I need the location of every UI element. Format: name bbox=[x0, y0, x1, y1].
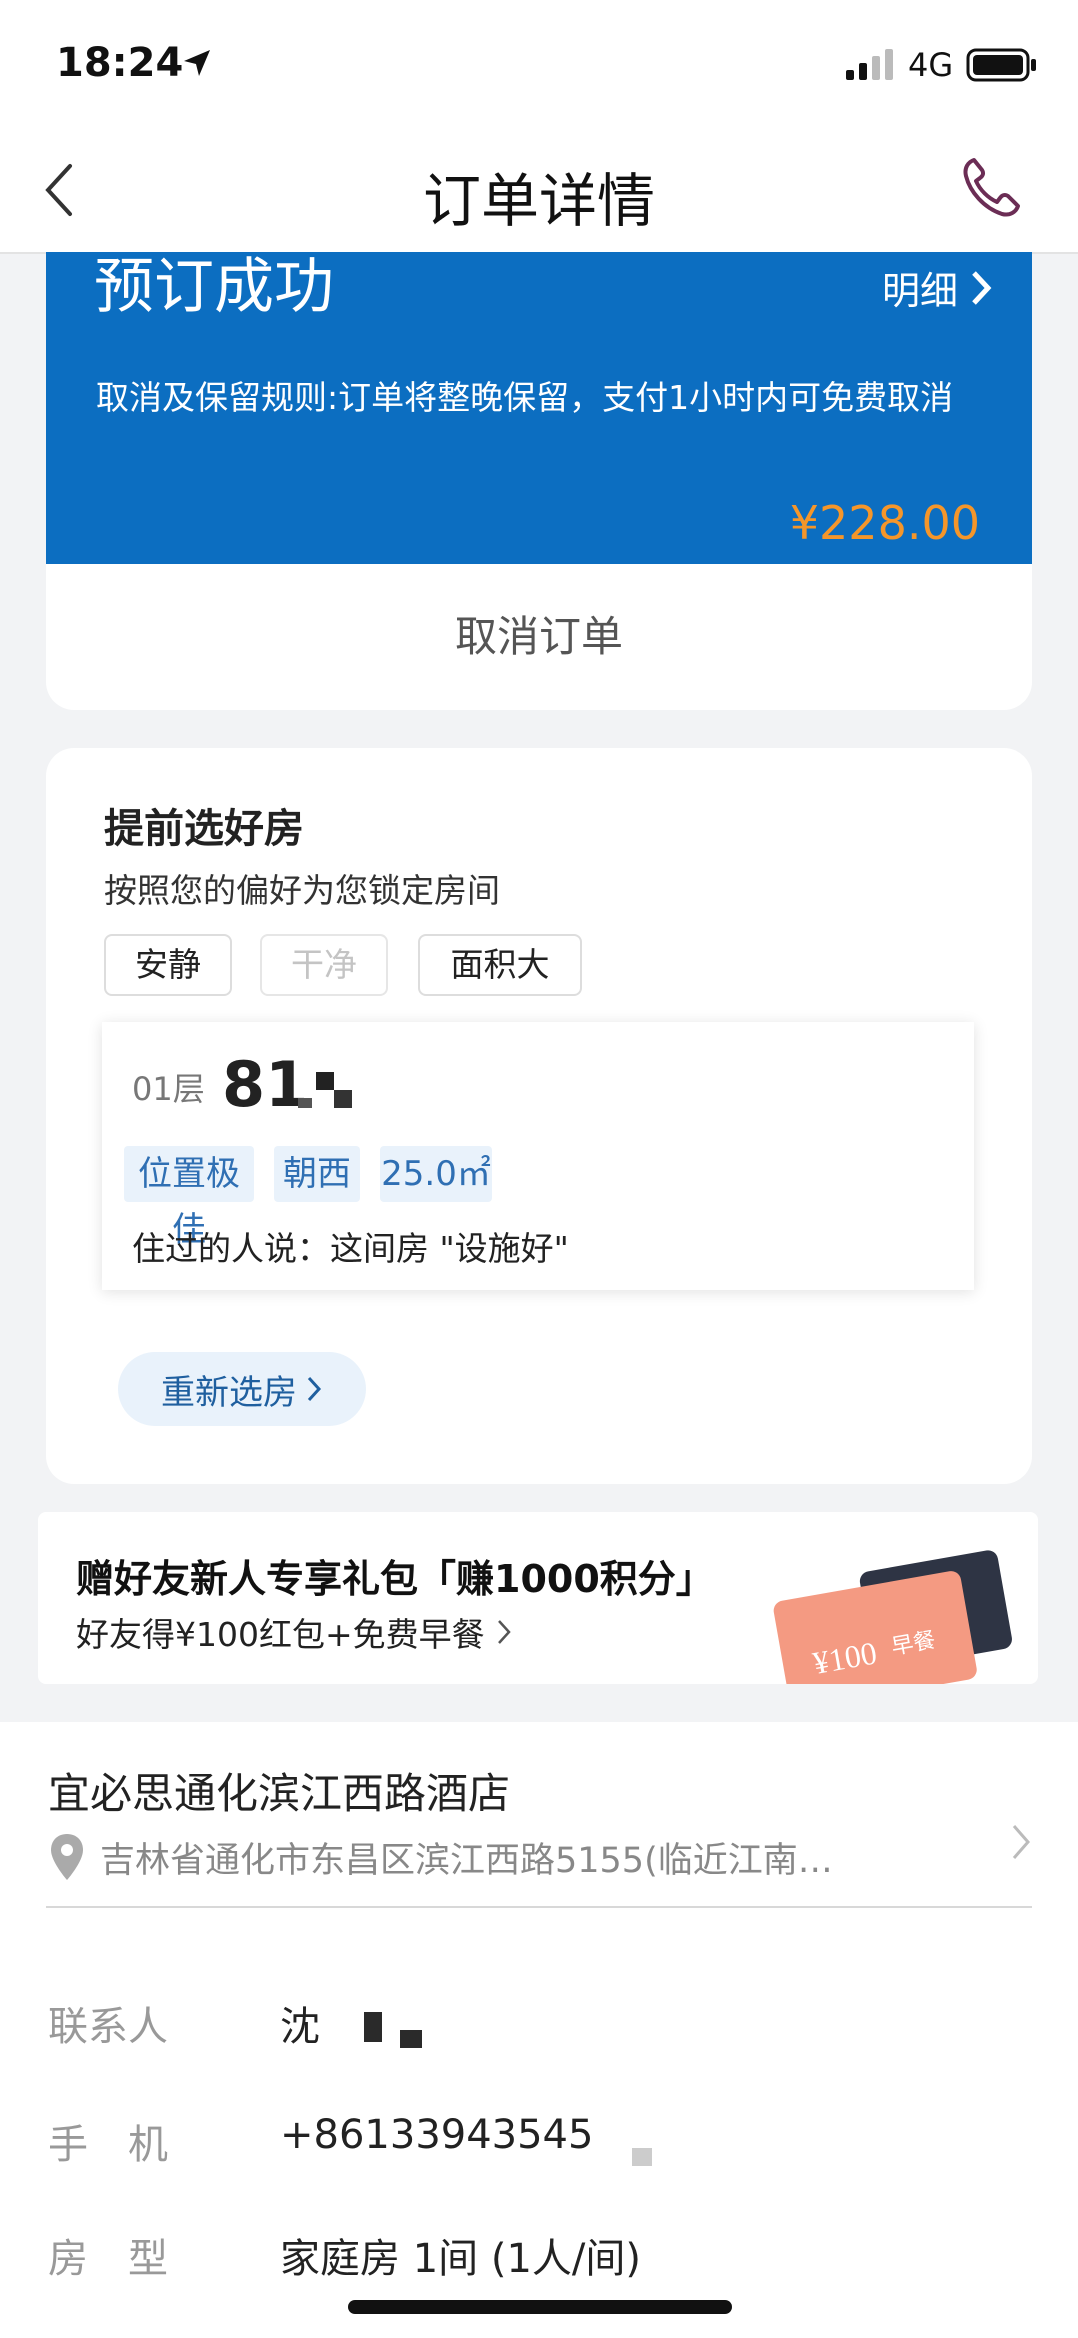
chevron-right-icon bbox=[307, 1376, 322, 1402]
battery-icon bbox=[966, 48, 1036, 82]
order-status-text: 预订成功 bbox=[94, 252, 334, 322]
redaction-mosaic bbox=[364, 2012, 382, 2042]
promo-title: 赠好友新人专享礼包「赚1000积分」 bbox=[76, 1557, 714, 1601]
chevron-right-icon bbox=[972, 270, 992, 305]
room-type-value: 家庭房 1间 (1人/间) bbox=[280, 2236, 642, 2282]
preference-clean[interactable]: 干净 bbox=[260, 934, 388, 996]
gift-card-icon: ¥100 早餐 bbox=[773, 1550, 1012, 1684]
signal-icon bbox=[846, 49, 893, 80]
redaction-mosaic bbox=[400, 2030, 422, 2048]
detail-link[interactable]: 明细 bbox=[882, 260, 994, 315]
contact-label: 联系人 bbox=[48, 2004, 168, 2050]
location-pin-icon bbox=[51, 1834, 83, 1880]
chevron-right-icon bbox=[497, 1620, 511, 1644]
room-type-label: 房 型 bbox=[48, 2236, 168, 2282]
chevron-right-icon[interactable] bbox=[1010, 1822, 1032, 1862]
rechoose-room-button[interactable]: 重新选房 bbox=[118, 1352, 366, 1426]
status-bar: 18:24 4G bbox=[0, 0, 1078, 130]
home-indicator bbox=[348, 2300, 732, 2314]
order-status-banner: 预订成功 明细 取消及保留规则:订单将整晚保留，支付1小时内可免费取消 ¥228… bbox=[46, 252, 1032, 564]
contact-value: 沈 bbox=[280, 2004, 320, 2050]
detail-label: 明细 bbox=[881, 269, 958, 313]
room-select-card: 提前选好房 按照您的偏好为您锁定房间 安静 干净 面积大 01层 81 位置极佳… bbox=[46, 748, 1032, 1484]
room-floor: 01层 bbox=[132, 1070, 205, 1108]
network-type: 4G bbox=[908, 46, 954, 84]
divider bbox=[46, 1906, 1032, 1908]
room-review: 住过的人说：这间房 "设施好" bbox=[132, 1229, 569, 1268]
hotel-address[interactable]: 吉林省通化市东昌区滨江西路5155(临近江南… bbox=[100, 1832, 833, 1883]
status-time: 18:24 bbox=[56, 40, 184, 86]
phone-label: 手 机 bbox=[48, 2122, 168, 2168]
cancel-order-button[interactable]: 取消订单 bbox=[46, 564, 1032, 710]
room-tag-location: 位置极佳 bbox=[124, 1146, 254, 1250]
room-select-subtitle: 按照您的偏好为您锁定房间 bbox=[104, 871, 500, 910]
nav-bar: 订单详情 bbox=[0, 130, 1078, 254]
location-arrow-icon bbox=[184, 50, 210, 76]
phone-icon[interactable] bbox=[960, 154, 1022, 220]
redaction-mosaic bbox=[298, 1098, 312, 1108]
hotel-info-section: 宜必思通化滨江西路酒店 吉林省通化市东昌区滨江西路5155(临近江南… 联系人 … bbox=[0, 1722, 1078, 2338]
redaction-mosaic bbox=[334, 1090, 352, 1108]
redaction-mosaic bbox=[632, 2148, 652, 2166]
order-status-card: 预订成功 明细 取消及保留规则:订单将整晚保留，支付1小时内可免费取消 ¥228… bbox=[46, 252, 1032, 710]
room-tag-area: 25.0㎡ bbox=[380, 1146, 492, 1202]
room-tag-facing: 朝西 bbox=[274, 1146, 360, 1202]
room-number: 81 bbox=[222, 1048, 309, 1121]
preference-quiet[interactable]: 安静 bbox=[104, 934, 232, 996]
rechoose-room-label: 重新选房 bbox=[161, 1372, 297, 1413]
promo-subtitle: 好友得¥100红包+免费早餐 bbox=[76, 1615, 485, 1654]
room-select-title: 提前选好房 bbox=[104, 806, 304, 852]
order-price: ¥228.00 bbox=[789, 496, 980, 550]
hotel-name: 宜必思通化滨江西路酒店 bbox=[48, 1769, 511, 1818]
promo-subtitle-row: 好友得¥100红包+免费早餐 bbox=[76, 1608, 513, 1656]
redaction-mosaic bbox=[316, 1072, 334, 1090]
phone-value: +86133943545 bbox=[280, 2112, 594, 2158]
promo-banner[interactable]: 赠好友新人专享礼包「赚1000积分」 好友得¥100红包+免费早餐 ¥100 早… bbox=[38, 1512, 1038, 1684]
preference-spacious[interactable]: 面积大 bbox=[418, 934, 582, 996]
room-info-box: 01层 81 位置极佳 朝西 25.0㎡ 住过的人说：这间房 "设施好" bbox=[102, 1022, 974, 1290]
cancel-rule-text: 取消及保留规则:订单将整晚保留，支付1小时内可免费取消 bbox=[96, 378, 954, 417]
page-title: 订单详情 bbox=[422, 167, 655, 235]
